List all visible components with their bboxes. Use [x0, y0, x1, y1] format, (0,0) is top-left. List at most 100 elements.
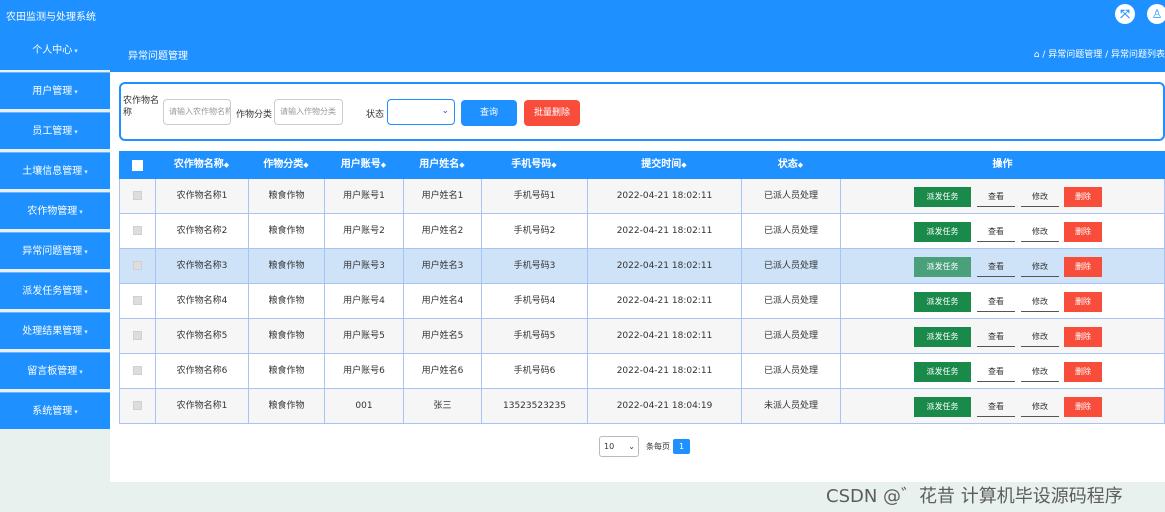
sidebar-item-system[interactable]: 系统管理 ▾: [0, 392, 110, 429]
sidebar-item-results[interactable]: 处理结果管理 ▾: [0, 312, 110, 349]
col-submit-time-header[interactable]: 提交时间◆: [587, 151, 741, 179]
view-button[interactable]: 查看: [977, 187, 1015, 207]
header-select-all-cell: [119, 151, 155, 179]
sidebar-item-crops[interactable]: 农作物管理 ▾: [0, 192, 110, 229]
sort-icon[interactable]: ◆: [551, 161, 556, 169]
actions-cell: 派发任务 查看 修改 删除: [840, 389, 1165, 424]
sidebar-item-staff[interactable]: 员工管理 ▾: [0, 112, 110, 149]
col-phone-cell: 13523523235: [481, 389, 587, 424]
query-button[interactable]: 查询: [461, 100, 517, 126]
fullscreen-icon[interactable]: ⤧: [1115, 4, 1135, 24]
col-status-cell: 未派人员处理: [741, 389, 840, 424]
row-checkbox[interactable]: [133, 226, 142, 235]
col-phone-cell: 手机号码1: [481, 179, 587, 214]
sidebar-item-soil[interactable]: 土壤信息管理 ▾: [0, 152, 110, 189]
sidebar-item-label: 土壤信息管理: [22, 166, 83, 177]
col-status-cell: 已派人员处理: [741, 249, 840, 284]
col-user-name-cell: 用户姓名4: [403, 284, 481, 319]
delete-button[interactable]: 删除: [1064, 187, 1102, 207]
col-category-cell: 粮食作物: [248, 179, 324, 214]
page-size-select[interactable]: 10 ⌄: [599, 436, 639, 457]
delete-button[interactable]: 删除: [1064, 257, 1102, 277]
edit-button[interactable]: 修改: [1021, 327, 1059, 347]
edit-button[interactable]: 修改: [1021, 292, 1059, 312]
dispatch-task-button[interactable]: 派发任务: [914, 327, 971, 347]
page-header: 异常问题管理 ⌂ / 异常问题管理 / 异常问题列表: [110, 31, 1165, 72]
view-button[interactable]: 查看: [977, 327, 1015, 347]
dispatch-task-button[interactable]: 派发任务: [914, 187, 971, 207]
page-number-current[interactable]: 1: [673, 439, 690, 454]
col-phone-cell: 手机号码4: [481, 284, 587, 319]
col-phone-cell: 手机号码3: [481, 249, 587, 284]
sidebar-item-users[interactable]: 用户管理 ▾: [0, 72, 110, 109]
sort-icon[interactable]: ◆: [681, 161, 686, 169]
select-all-checkbox[interactable]: [132, 160, 143, 171]
sidebar-item-label: 系统管理: [32, 406, 73, 417]
row-checkbox[interactable]: [133, 366, 142, 375]
view-button[interactable]: 查看: [977, 292, 1015, 312]
col-crop-name-header[interactable]: 农作物名称◆: [155, 151, 248, 179]
dispatch-task-button[interactable]: 派发任务: [914, 397, 971, 417]
col-submit-time-cell: 2022-04-21 18:02:11: [587, 354, 741, 389]
sort-icon[interactable]: ◆: [381, 161, 386, 169]
edit-button[interactable]: 修改: [1021, 187, 1059, 207]
dispatch-task-button[interactable]: 派发任务: [914, 257, 971, 277]
column-header-label: 用户账号: [340, 159, 381, 170]
sort-icon[interactable]: ◆: [224, 161, 229, 169]
row-select-cell: [119, 284, 155, 319]
breadcrumb[interactable]: ⌂ / 异常问题管理 / 异常问题列表: [1034, 47, 1165, 60]
crop-name-input[interactable]: 请输入农作物名称: [163, 99, 231, 125]
row-checkbox[interactable]: [133, 331, 142, 340]
view-button[interactable]: 查看: [977, 257, 1015, 277]
user-icon[interactable]: ♙: [1147, 4, 1165, 24]
edit-button[interactable]: 修改: [1021, 222, 1059, 242]
col-submit-time-cell: 2022-04-21 18:02:11: [587, 319, 741, 354]
delete-button[interactable]: 删除: [1064, 362, 1102, 382]
dispatch-task-button[interactable]: 派发任务: [914, 222, 971, 242]
dispatch-task-button[interactable]: 派发任务: [914, 362, 971, 382]
col-phone-header[interactable]: 手机号码◆: [481, 151, 587, 179]
category-input[interactable]: 请输入作物分类: [274, 99, 343, 125]
sort-icon[interactable]: ◆: [798, 161, 803, 169]
col-category-header[interactable]: 作物分类◆: [248, 151, 324, 179]
col-status-cell: 已派人员处理: [741, 319, 840, 354]
col-user-name-header[interactable]: 用户姓名◆: [403, 151, 481, 179]
actions-cell: 派发任务 查看 修改 删除: [840, 354, 1165, 389]
col-account-cell: 用户账号1: [324, 179, 403, 214]
edit-button[interactable]: 修改: [1021, 397, 1059, 417]
row-checkbox[interactable]: [133, 261, 142, 270]
col-account-header[interactable]: 用户账号◆: [324, 151, 403, 179]
search-panel: 农作物名称 请输入农作物名称 作物分类 请输入作物分类 状态 ⌄ 查询 批量删除: [119, 82, 1165, 141]
edit-button[interactable]: 修改: [1021, 362, 1059, 382]
sidebar-item-tasks[interactable]: 派发任务管理 ▾: [0, 272, 110, 309]
delete-button[interactable]: 删除: [1064, 222, 1102, 242]
col-submit-time-cell: 2022-04-21 18:02:11: [587, 284, 741, 319]
view-button[interactable]: 查看: [977, 222, 1015, 242]
col-user-name-cell: 用户姓名1: [403, 179, 481, 214]
view-button[interactable]: 查看: [977, 397, 1015, 417]
sidebar-item-messages[interactable]: 留言板管理 ▾: [0, 352, 110, 389]
view-button[interactable]: 查看: [977, 362, 1015, 382]
delete-button[interactable]: 删除: [1064, 397, 1102, 417]
status-select[interactable]: ⌄: [387, 99, 455, 125]
col-crop-name-cell: 农作物名称1: [155, 389, 248, 424]
row-checkbox[interactable]: [133, 191, 142, 200]
col-crop-name-cell: 农作物名称1: [155, 179, 248, 214]
sort-icon[interactable]: ◆: [459, 161, 464, 169]
sidebar-item-anomalies[interactable]: 异常问题管理 ▾: [0, 232, 110, 269]
batch-delete-button[interactable]: 批量删除: [524, 100, 580, 126]
edit-button[interactable]: 修改: [1021, 257, 1059, 277]
app-title: 农田监测与处理系统: [6, 12, 96, 23]
delete-button[interactable]: 删除: [1064, 327, 1102, 347]
sort-icon[interactable]: ◆: [303, 161, 308, 169]
sidebar-item-label: 派发任务管理: [22, 286, 83, 297]
col-status-header[interactable]: 状态◆: [741, 151, 840, 179]
col-user-name-cell: 张三: [403, 389, 481, 424]
delete-button[interactable]: 删除: [1064, 292, 1102, 312]
row-checkbox[interactable]: [133, 401, 142, 410]
column-header-label: 手机号码: [511, 159, 552, 170]
sidebar-item-profile[interactable]: 个人中心 ▾: [0, 31, 110, 70]
dispatch-task-button[interactable]: 派发任务: [914, 292, 971, 312]
row-checkbox[interactable]: [133, 296, 142, 305]
actions-cell: 派发任务 查看 修改 删除: [840, 319, 1165, 354]
